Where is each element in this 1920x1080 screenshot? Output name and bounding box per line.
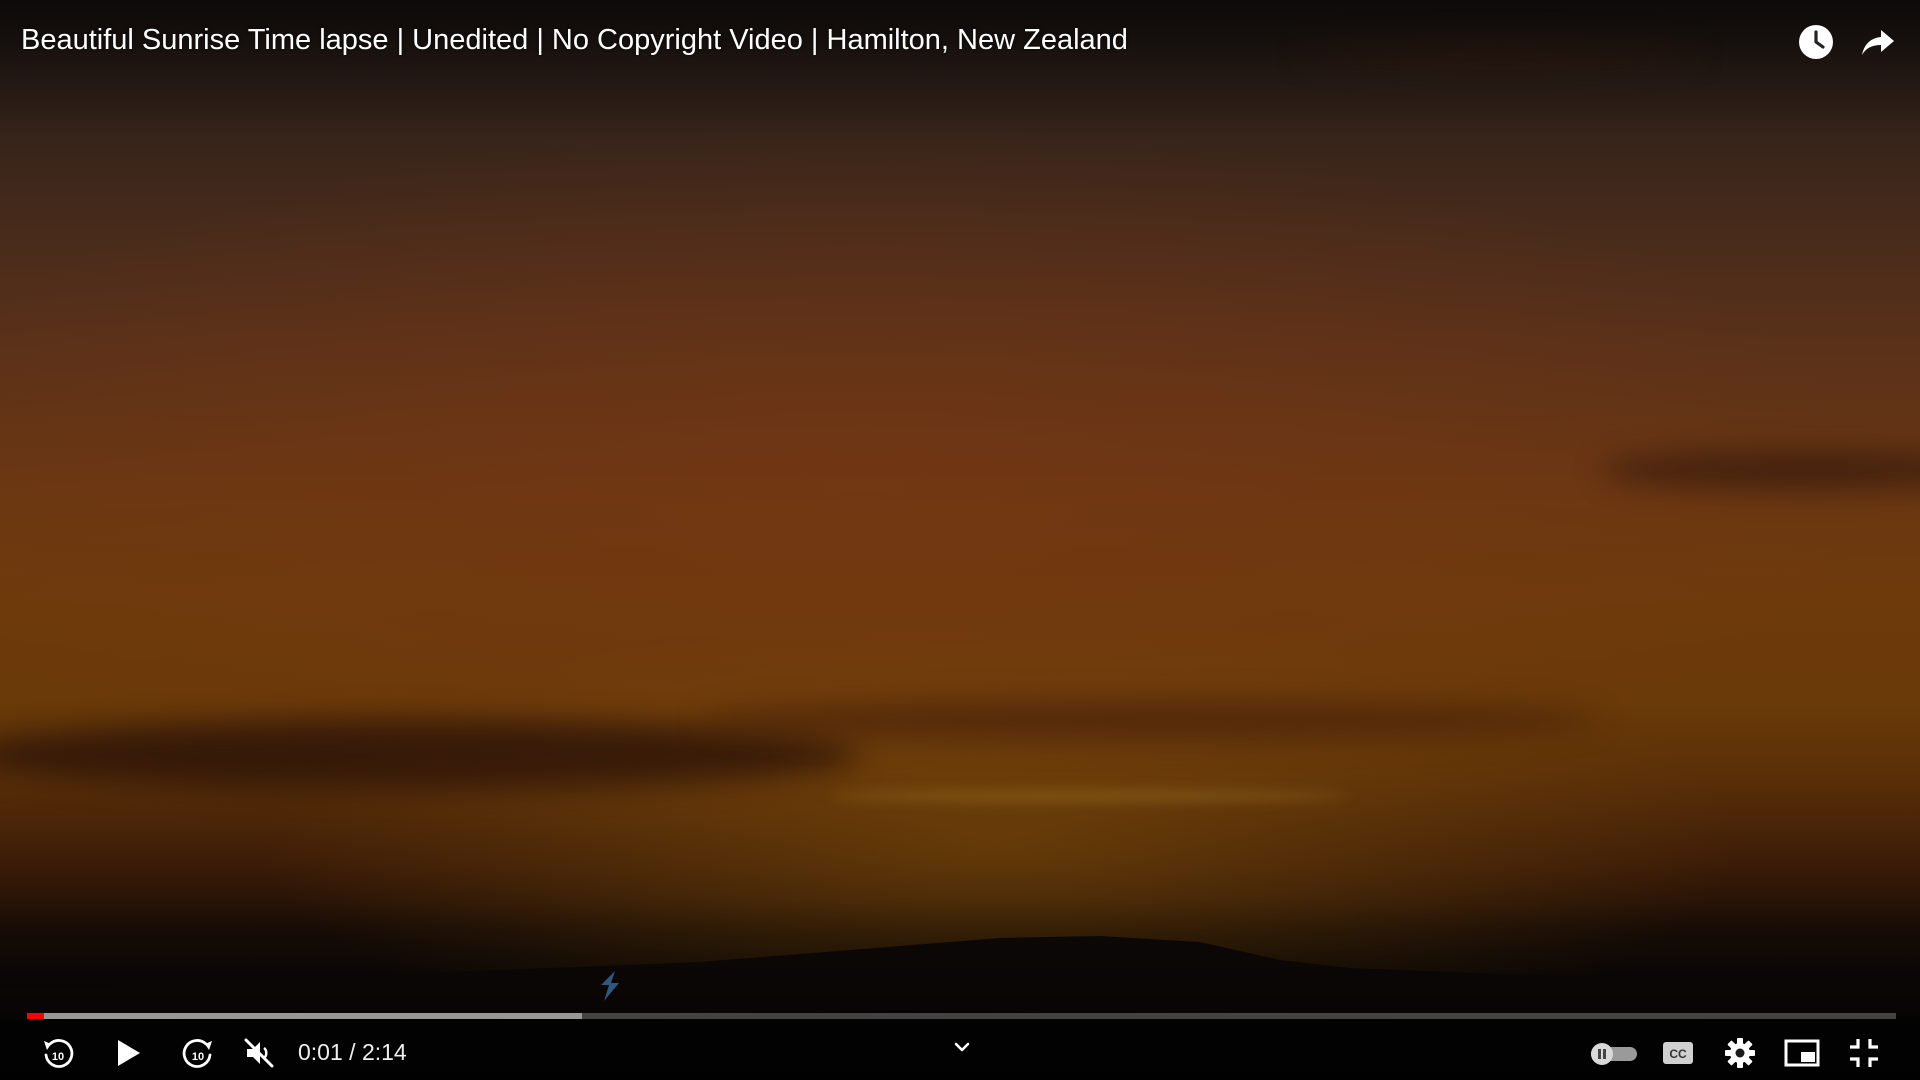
mute-button[interactable] xyxy=(235,1029,283,1077)
volume-muted-icon xyxy=(244,1038,274,1068)
settings-button[interactable] xyxy=(1716,1029,1764,1077)
captions-button[interactable]: CC xyxy=(1654,1029,1702,1077)
time-display: 0:01 / 2:14 xyxy=(298,1037,407,1067)
svg-text:10: 10 xyxy=(192,1051,204,1063)
clock-icon xyxy=(1799,25,1833,59)
control-bar: 10 10 0:01 / 2:14 CC xyxy=(0,1025,1920,1080)
autoplay-toggle-icon xyxy=(1591,1043,1637,1065)
sky-cloud xyxy=(0,720,860,790)
replay-10-icon: 10 xyxy=(44,1039,74,1068)
replay-10-button[interactable]: 10 xyxy=(34,1029,82,1077)
play-icon xyxy=(118,1040,140,1066)
forward-10-icon: 10 xyxy=(182,1039,212,1068)
progress-played xyxy=(27,1013,44,1019)
video-player[interactable]: Beautiful Sunrise Time lapse | Unedited … xyxy=(0,0,1920,1080)
channel-watermark-icon[interactable] xyxy=(590,966,630,1006)
lightning-logo-icon xyxy=(601,971,619,1001)
exit-fullscreen-button[interactable] xyxy=(1840,1029,1888,1077)
chevron-down-icon xyxy=(954,1042,970,1052)
miniplayer-button[interactable] xyxy=(1778,1029,1826,1077)
settings-gear-icon xyxy=(1725,1038,1755,1068)
forward-10-button[interactable]: 10 xyxy=(174,1029,222,1077)
progress-bar[interactable] xyxy=(27,1013,1896,1019)
svg-text:10: 10 xyxy=(52,1051,64,1063)
horizon-glow xyxy=(830,790,1350,802)
current-time: 0:01 xyxy=(298,1039,343,1065)
exit-fullscreen-icon xyxy=(1850,1039,1878,1067)
captions-icon: CC xyxy=(1663,1042,1693,1064)
duration: 2:14 xyxy=(361,1039,407,1065)
time-separator: / xyxy=(342,1039,362,1065)
miniplayer-icon xyxy=(1784,1039,1820,1067)
share-arrow-icon xyxy=(1862,30,1894,55)
sky-cloud xyxy=(1600,450,1920,490)
video-title[interactable]: Beautiful Sunrise Time lapse | Unedited … xyxy=(21,20,1128,60)
expand-chapters-button[interactable] xyxy=(940,1025,984,1069)
play-button[interactable] xyxy=(104,1029,152,1077)
sky-cloud xyxy=(700,700,1600,740)
progress-buffered xyxy=(27,1013,583,1019)
watch-later-button[interactable] xyxy=(1792,18,1840,66)
share-button[interactable] xyxy=(1854,18,1902,66)
svg-text:CC: CC xyxy=(1669,1047,1687,1061)
autoplay-toggle[interactable] xyxy=(1588,1029,1640,1077)
